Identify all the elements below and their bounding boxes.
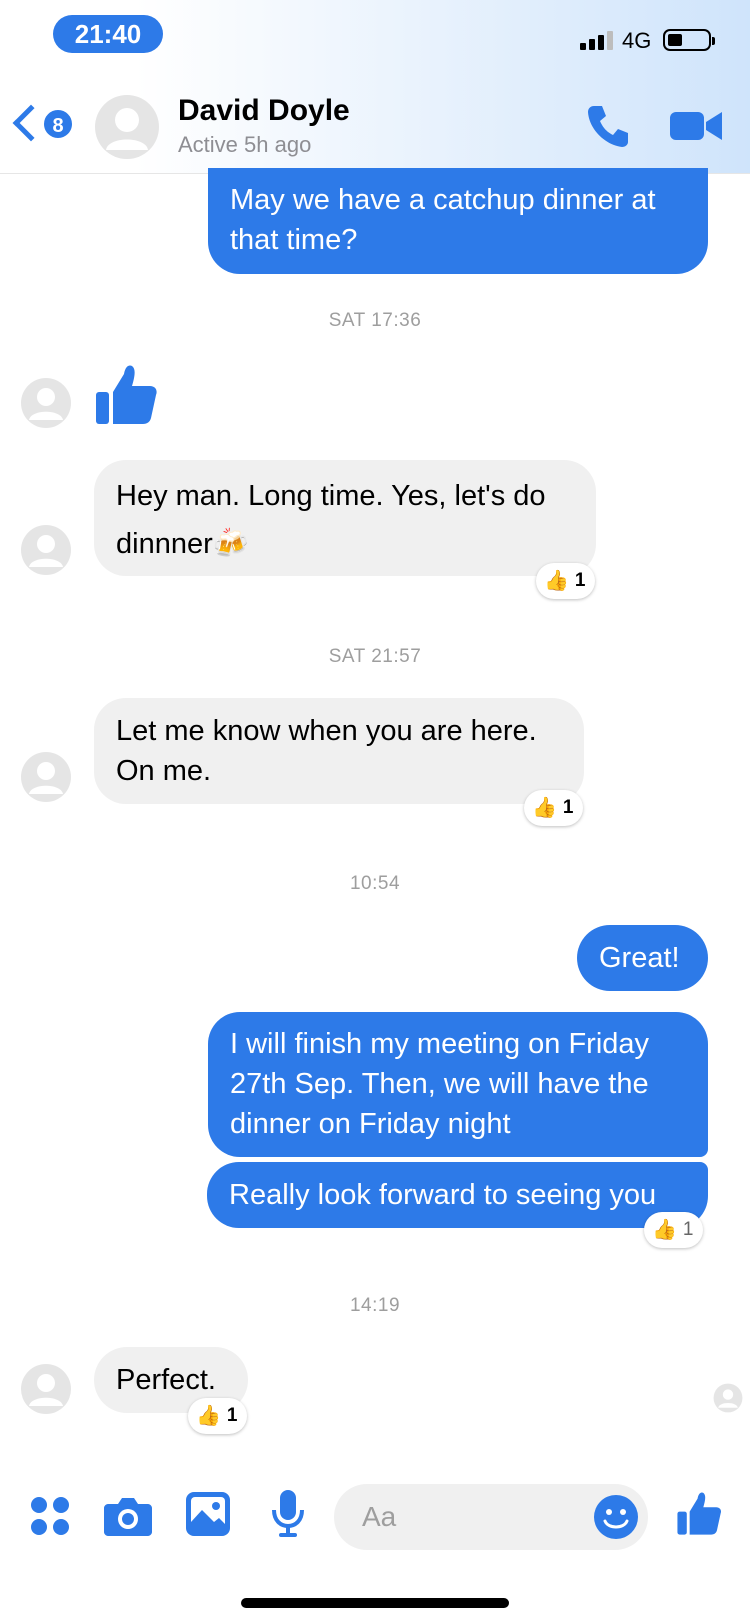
- message-outgoing[interactable]: Really look forward to seeing you: [207, 1162, 708, 1228]
- sender-avatar[interactable]: [20, 751, 72, 803]
- contact-active-status: Active 5h ago: [178, 132, 312, 157]
- thumbs-up-reaction-icon: 👍: [652, 1219, 677, 1241]
- message-outgoing[interactable]: Great!: [577, 925, 708, 991]
- message-reaction[interactable]: 👍 1: [644, 1212, 704, 1248]
- timestamp: SAT 17:36: [328, 310, 422, 331]
- message-incoming[interactable]: Hey man. Long time. Yes, let's do dinnne…: [94, 460, 596, 576]
- back-button[interactable]: 8: [12, 104, 84, 148]
- message-reaction[interactable]: 👍 1: [536, 563, 596, 599]
- reaction-count: 1: [574, 570, 586, 591]
- camera-icon[interactable]: [104, 1496, 152, 1536]
- timestamp: SAT 21:57: [328, 646, 422, 667]
- apps-icon[interactable]: [30, 1496, 70, 1536]
- thumbs-up-icon[interactable]: [676, 1490, 722, 1536]
- timestamp: 10:54: [349, 873, 401, 894]
- microphone-icon[interactable]: [270, 1488, 306, 1538]
- status-bar: 21:40 4G: [0, 0, 750, 72]
- phone-icon[interactable]: [584, 102, 632, 150]
- thumbs-up-reaction-icon: 👍: [196, 1405, 221, 1427]
- message-input-placeholder: Aa: [362, 1501, 397, 1532]
- timestamp: 14:19: [349, 1295, 401, 1316]
- sender-avatar[interactable]: [20, 1363, 72, 1415]
- network-type: 4G: [622, 28, 652, 53]
- thumbs-up-sticker[interactable]: [94, 362, 158, 426]
- message-incoming[interactable]: Let me know when you are here. On me.: [94, 698, 584, 804]
- contact-name[interactable]: David Doyle: [178, 94, 350, 128]
- read-receipt-avatar: [713, 1383, 743, 1413]
- home-indicator: [241, 1598, 509, 1608]
- thumbs-up-reaction-icon: 👍: [544, 570, 569, 592]
- sender-avatar[interactable]: [20, 524, 72, 576]
- message-outgoing[interactable]: May we have a catchup dinner at that tim…: [208, 168, 708, 274]
- message-input[interactable]: Aa: [334, 1484, 648, 1550]
- reaction-count: 1: [682, 1219, 694, 1240]
- emoji-icon[interactable]: [594, 1495, 638, 1539]
- message-reaction[interactable]: 👍 1: [188, 1398, 248, 1434]
- unread-badge: 8: [42, 108, 74, 140]
- contact-avatar[interactable]: [94, 94, 160, 160]
- signal-strength-icon: [580, 30, 614, 50]
- sender-avatar[interactable]: [20, 377, 72, 429]
- image-icon[interactable]: [186, 1492, 230, 1536]
- reaction-count: 1: [562, 797, 574, 818]
- battery-icon: [663, 29, 715, 51]
- chat-header: 8 David Doyle Active 5h ago: [0, 80, 750, 174]
- status-time: 21:40: [53, 15, 163, 53]
- video-camera-icon[interactable]: [670, 108, 722, 144]
- message-outgoing[interactable]: I will finish my meeting on Friday 27th …: [208, 1012, 708, 1157]
- thumbs-up-reaction-icon: 👍: [532, 797, 557, 819]
- message-reaction[interactable]: 👍 1: [524, 790, 584, 826]
- message-composer: Aa: [0, 1470, 750, 1560]
- reaction-count: 1: [226, 1405, 238, 1426]
